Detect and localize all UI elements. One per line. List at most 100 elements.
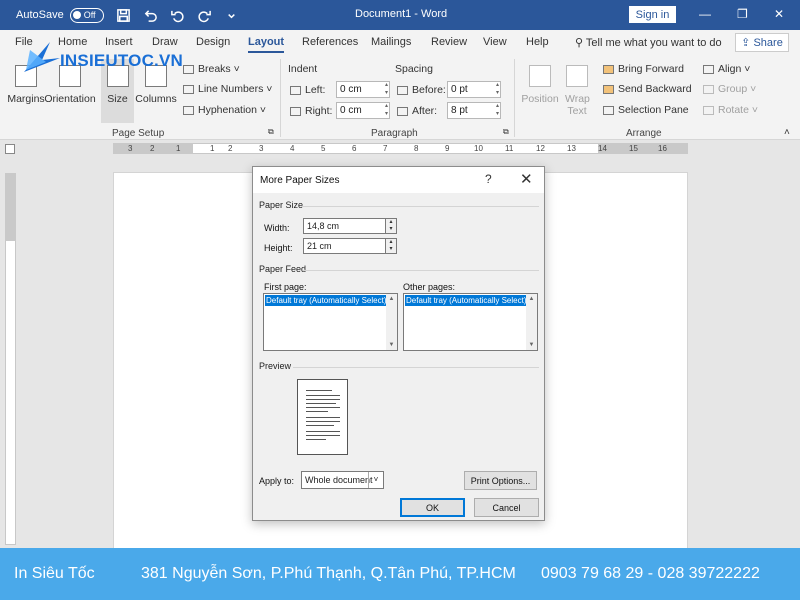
- dialog-close-button[interactable]: ✕: [520, 170, 533, 188]
- ok-button[interactable]: OK: [400, 498, 465, 517]
- height-input[interactable]: 21 cm: [303, 238, 397, 254]
- wrap-text-icon: [566, 65, 588, 87]
- restore-button[interactable]: ❐: [737, 7, 748, 21]
- paragraph-launcher-icon[interactable]: ⧉: [503, 127, 509, 137]
- bring-forward-button[interactable]: Bring Forward: [603, 63, 684, 75]
- ruler-number: 7: [383, 144, 388, 153]
- save-icon[interactable]: [116, 8, 131, 23]
- send-backward-button[interactable]: Send Backward: [603, 83, 692, 95]
- margins-label: Margins: [7, 93, 45, 105]
- height-spinner[interactable]: ▴ ▾: [385, 238, 397, 254]
- rotate-icon: [703, 105, 714, 115]
- autosave-toggle[interactable]: Off: [69, 7, 104, 23]
- undo-arrow-icon[interactable]: [170, 8, 185, 23]
- collapse-ribbon-icon[interactable]: ˄: [784, 127, 790, 138]
- ruler-number: 3: [259, 144, 264, 153]
- footer-address: 381 Nguyễn Sơn, P.Phú Thạnh, Q.Tân Phú, …: [141, 565, 516, 582]
- first-page-selected-item[interactable]: Default tray (Automatically Select): [265, 295, 386, 306]
- spacing-label: Spacing: [395, 63, 433, 75]
- spacing-before-label: Before:: [397, 84, 446, 96]
- line-numbers-icon: [183, 84, 194, 94]
- arrange-group-label: Arrange: [626, 128, 662, 139]
- section-divider: [301, 206, 539, 207]
- paper-feed-section-label: Paper Feed: [259, 264, 307, 274]
- scroll-down-icon[interactable]: ▼: [389, 342, 395, 348]
- tab-layout[interactable]: Layout: [248, 36, 285, 53]
- page-setup-group-label: Page Setup: [112, 128, 165, 139]
- tab-review[interactable]: Review: [431, 36, 467, 48]
- selection-pane-button[interactable]: Selection Pane: [603, 104, 689, 116]
- page-preview: [297, 379, 348, 455]
- apply-to-value: Whole document: [305, 475, 373, 485]
- group-button[interactable]: Group ˅: [703, 83, 756, 95]
- first-page-label: First page:: [264, 282, 307, 292]
- first-page-scrollbar[interactable]: ▲ ▼: [386, 294, 397, 350]
- customize-qa-icon[interactable]: [224, 8, 239, 23]
- toggle-knob: [72, 11, 81, 19]
- first-page-list[interactable]: Default tray (Automatically Select) ▲ ▼: [263, 293, 398, 351]
- orientation-label: Orientation: [44, 93, 96, 105]
- ruler-right-margin: [598, 143, 688, 154]
- tab-view[interactable]: View: [483, 36, 507, 48]
- tab-references[interactable]: References: [302, 36, 358, 48]
- ruler-number: 6: [352, 144, 357, 153]
- scroll-up-icon[interactable]: ▲: [529, 296, 535, 302]
- other-pages-label: Other pages:: [403, 282, 456, 292]
- paper-size-section-label: Paper Size: [259, 200, 304, 210]
- chevron-down-icon: ˅: [368, 472, 383, 488]
- ruler-number: 8: [414, 144, 419, 153]
- spacing-after-input[interactable]: 8 pt: [447, 102, 501, 119]
- wrap-text-button[interactable]: Wrap Text: [562, 59, 592, 117]
- ruler-number: 15: [629, 144, 638, 153]
- cancel-button[interactable]: Cancel: [474, 498, 539, 517]
- tab-help[interactable]: Help: [526, 36, 549, 48]
- indent-right-text: Right:: [305, 105, 333, 117]
- lightbulb-icon: ⚲: [575, 37, 586, 49]
- group-icon: [703, 84, 714, 94]
- ruler-number: 1: [210, 144, 215, 153]
- width-spinner[interactable]: ▴ ▾: [385, 218, 397, 234]
- spacing-after-label: After:: [397, 105, 437, 117]
- quick-access-toolbar: [116, 8, 239, 23]
- other-pages-scrollbar[interactable]: ▲ ▼: [526, 294, 537, 350]
- ribbon-separator: [514, 59, 515, 137]
- scroll-up-icon[interactable]: ▲: [389, 296, 395, 302]
- height-label: Height:: [264, 243, 293, 253]
- redo-icon[interactable]: [197, 8, 212, 23]
- spacing-before-input[interactable]: 0 pt: [447, 81, 501, 98]
- other-pages-list[interactable]: Default tray (Automatically Select) ▲ ▼: [403, 293, 538, 351]
- scroll-down-icon[interactable]: ▼: [529, 342, 535, 348]
- undo-icon[interactable]: [143, 8, 158, 23]
- width-input[interactable]: 14,8 cm: [303, 218, 397, 234]
- align-button[interactable]: Align ˅: [703, 63, 750, 75]
- share-button[interactable]: ⇪ Share: [735, 33, 789, 52]
- line-numbers-button[interactable]: Line Numbers ˅: [183, 83, 272, 95]
- hyphenation-button[interactable]: Hyphenation ˅: [183, 104, 266, 116]
- selection-pane-label: Selection Pane: [618, 104, 689, 116]
- tell-me-search[interactable]: ⚲ Tell me what you want to do: [575, 36, 722, 49]
- help-button[interactable]: ?: [485, 172, 492, 186]
- more-paper-sizes-dialog: More Paper Sizes ? ✕ Paper Size Width: 1…: [252, 166, 545, 521]
- page-setup-launcher-icon[interactable]: ⧉: [268, 127, 274, 137]
- size-label: Size: [107, 93, 128, 105]
- tab-selector[interactable]: [5, 144, 15, 154]
- close-button[interactable]: ✕: [774, 7, 784, 21]
- apply-to-select[interactable]: Whole document ˅: [301, 471, 384, 489]
- section-divider: [293, 367, 539, 368]
- ruler-number: 14: [598, 144, 607, 153]
- selection-pane-icon: [603, 105, 614, 115]
- width-label: Width:: [264, 223, 290, 233]
- ruler-number: 2: [150, 144, 155, 153]
- tab-mailings[interactable]: Mailings: [371, 36, 411, 48]
- indent-left-input[interactable]: 0 cm: [336, 81, 390, 98]
- rotate-button[interactable]: Rotate ˅: [703, 104, 758, 116]
- position-button[interactable]: Position: [520, 59, 560, 117]
- footer-brand: In Siêu Tốc: [14, 565, 95, 582]
- signin-button[interactable]: Sign in: [629, 6, 676, 23]
- indent-right-icon: [290, 106, 301, 116]
- indent-right-input[interactable]: 0 cm: [336, 102, 390, 119]
- spacing-before-icon: [397, 85, 408, 95]
- print-options-button[interactable]: Print Options...: [464, 471, 537, 490]
- other-pages-selected-item[interactable]: Default tray (Automatically Select): [405, 295, 526, 306]
- minimize-button[interactable]: —: [699, 7, 711, 21]
